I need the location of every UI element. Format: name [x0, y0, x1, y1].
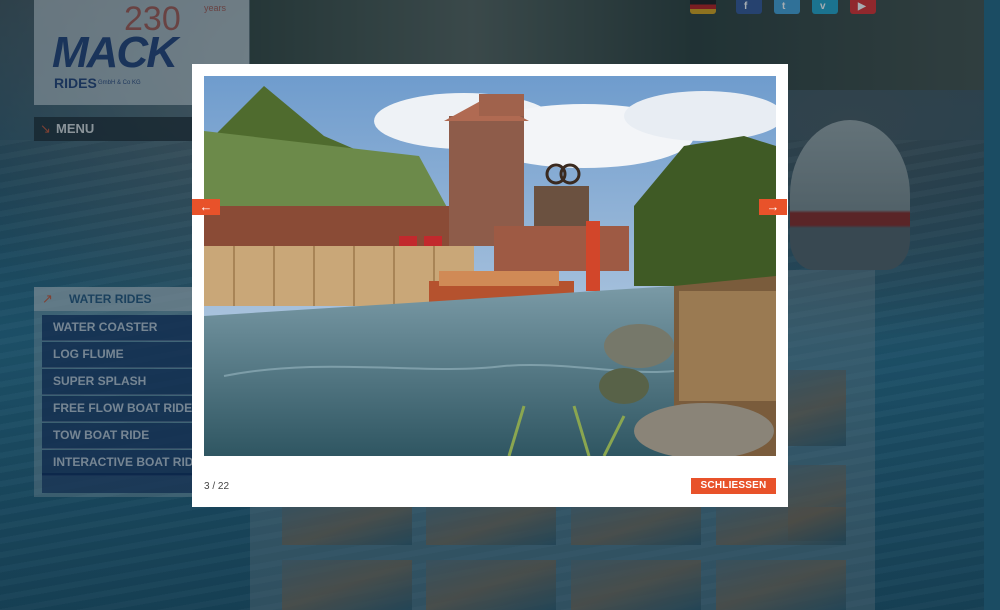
lightbox-photo: [204, 76, 776, 456]
close-button[interactable]: SCHLIESSEN: [691, 478, 776, 494]
lightbox-modal: 3 / 22 SCHLIESSEN: [192, 64, 788, 507]
image-counter: 3 / 22: [204, 481, 230, 492]
arrow-right-icon[interactable]: →: [759, 199, 787, 215]
arrow-left-icon[interactable]: ←: [192, 199, 220, 215]
photo-water-ride-scene: [204, 76, 776, 456]
